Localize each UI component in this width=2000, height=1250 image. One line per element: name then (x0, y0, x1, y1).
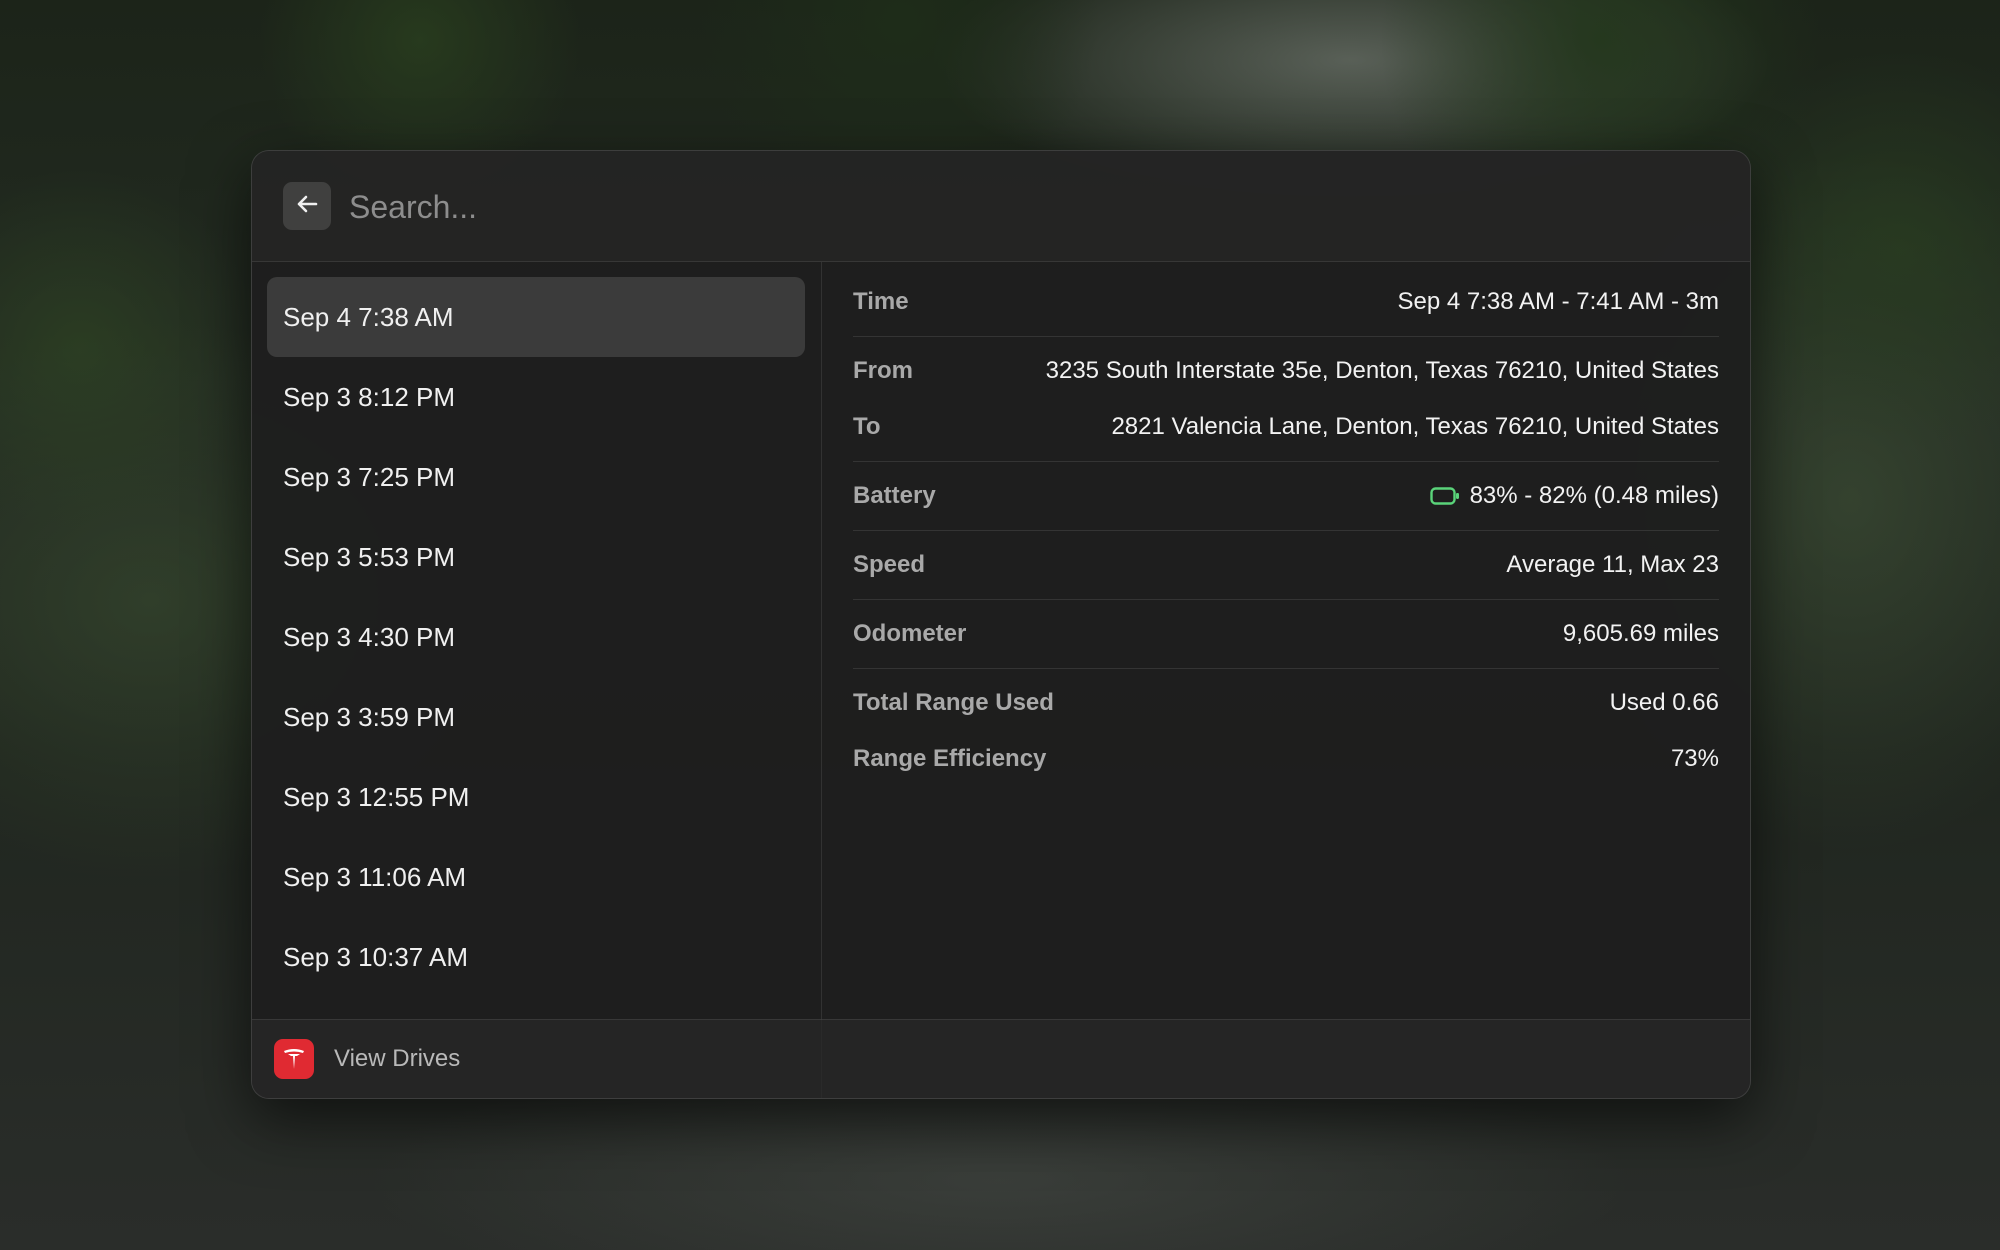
divider (853, 668, 1719, 669)
speed-label: Speed (853, 551, 926, 578)
divider (853, 461, 1719, 462)
battery-icon (1429, 486, 1460, 506)
divider (853, 530, 1719, 531)
to-value: 2821 Valencia Lane, Denton, Texas 76210,… (1111, 413, 1719, 440)
list-item[interactable]: Sep 3 3:59 PM (267, 677, 805, 757)
tesla-logo-icon (274, 1039, 314, 1079)
speed-value: Average 11, Max 23 (1506, 551, 1719, 578)
battery-value: 83% - 82% (0.48 miles) (1469, 482, 1719, 509)
range-efficiency-row: Range Efficiency 73% (853, 731, 1719, 787)
range-used-value: Used 0.66 (1609, 689, 1719, 716)
odometer-row: Odometer 9,605.69 miles (853, 606, 1719, 662)
battery-value-group: 83% - 82% (0.48 miles) (1429, 482, 1719, 510)
list-item[interactable]: Sep 3 12:55 PM (267, 757, 805, 837)
list-item[interactable]: Sep 3 4:30 PM (267, 597, 805, 677)
divider (853, 599, 1719, 600)
list-item[interactable]: Sep 4 7:38 AM (267, 277, 805, 357)
arrow-left-icon (294, 191, 320, 222)
divider (853, 336, 1719, 337)
speed-row: Speed Average 11, Max 23 (853, 537, 1719, 593)
view-drives-action[interactable]: View Drives (334, 1045, 460, 1073)
battery-label: Battery (853, 482, 936, 509)
drives-window: Sep 4 7:38 AM Sep 3 8:12 PM Sep 3 7:25 P… (251, 150, 1751, 1099)
time-label: Time (853, 288, 909, 315)
search-input[interactable] (347, 177, 1701, 237)
list-item[interactable]: Sep 3 10:37 AM (267, 917, 805, 997)
from-label: From (853, 357, 913, 384)
list-item[interactable]: Sep 3 7:25 PM (267, 437, 805, 517)
action-bar: View Drives (252, 1019, 1750, 1098)
list-item[interactable]: Sep 3 5:53 PM (267, 517, 805, 597)
range-efficiency-label: Range Efficiency (853, 745, 1047, 772)
range-used-row: Total Range Used Used 0.66 (853, 675, 1719, 731)
from-row: From 3235 South Interstate 35e, Denton, … (853, 343, 1719, 399)
search-bar (252, 151, 1750, 262)
drive-list: Sep 4 7:38 AM Sep 3 8:12 PM Sep 3 7:25 P… (252, 262, 822, 1098)
odometer-value: 9,605.69 miles (1562, 620, 1719, 647)
range-efficiency-value: 73% (1670, 745, 1719, 772)
time-value: Sep 4 7:38 AM - 7:41 AM - 3m (1397, 288, 1720, 315)
to-label: To (853, 413, 881, 440)
time-row: Time Sep 4 7:38 AM - 7:41 AM - 3m (853, 274, 1719, 330)
odometer-label: Odometer (853, 620, 967, 647)
battery-row: Battery 83% - 82% (0.48 miles) (853, 468, 1719, 524)
list-item[interactable]: Sep 3 8:12 PM (267, 357, 805, 437)
range-used-label: Total Range Used (853, 689, 1054, 716)
to-row: To 2821 Valencia Lane, Denton, Texas 762… (853, 399, 1719, 455)
back-button[interactable] (283, 182, 331, 230)
list-item[interactable]: Sep 3 11:06 AM (267, 837, 805, 917)
from-value: 3235 South Interstate 35e, Denton, Texas… (1045, 357, 1719, 384)
drive-detail: Time Sep 4 7:38 AM - 7:41 AM - 3m From 3… (853, 262, 1719, 787)
